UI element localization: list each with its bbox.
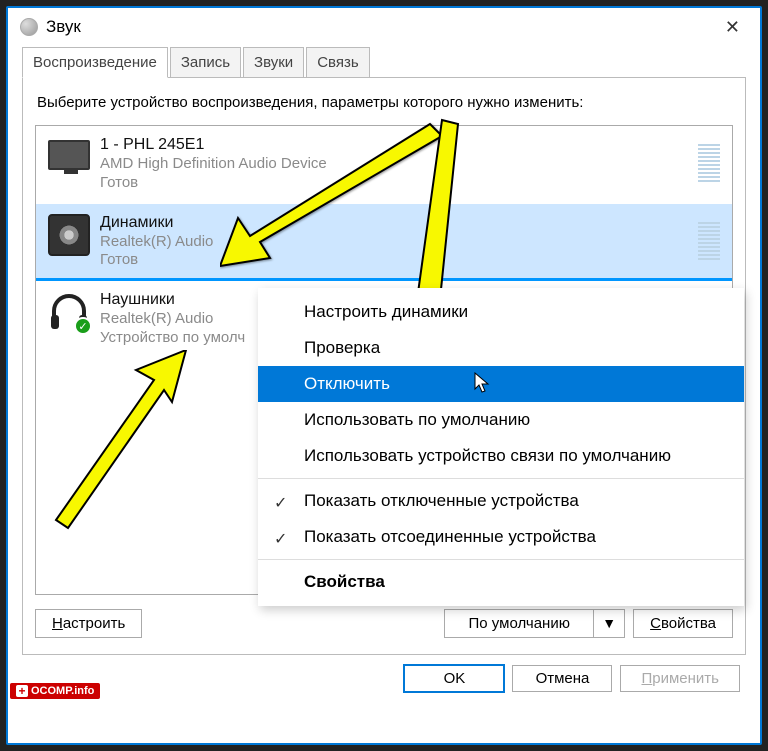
device-info: 1 - PHL 245E1 AMD High Definition Audio … [100,136,720,191]
tab-playback[interactable]: Воспроизведение [22,47,168,78]
button-label: По умолчанию [469,615,570,632]
ctx-label: Показать отключенные устройства [304,491,579,510]
tab-label: Связь [317,54,358,71]
vu-meter [698,214,720,260]
watermark: +OCOMP.info [10,683,100,699]
ctx-test[interactable]: Проверка [258,330,744,366]
tab-label: Запись [181,54,230,71]
device-status: Готов [100,251,720,268]
context-menu: Настроить динамики Проверка Отключить Ис… [258,288,744,606]
checkmark-icon: ✓ [274,529,287,549]
ctx-disable[interactable]: Отключить [258,366,744,402]
device-status: Готов [100,174,720,191]
speaker-icon [48,214,90,256]
panel-button-row: Настроить По умолчанию ▼ Свойства [35,609,733,638]
dialog-button-row: OK Отмена Применить [8,655,760,704]
device-name: Динамики [100,214,720,232]
ctx-separator [258,559,744,560]
properties-button[interactable]: Свойства [633,609,733,638]
button-label: Настроить [52,615,125,632]
device-info: Динамики Realtek(R) Audio Готов [100,214,720,269]
ctx-set-default[interactable]: Использовать по умолчанию [258,402,744,438]
apply-button[interactable]: Применить [620,665,740,692]
button-label: Отмена [536,670,590,687]
default-check-icon: ✓ [74,317,92,335]
button-label: Применить [641,670,719,687]
watermark-text: OCOMP.info [31,685,94,697]
headphones-icon: ✓ [48,291,90,333]
tab-communications[interactable]: Связь [306,47,369,78]
device-row-monitor[interactable]: 1 - PHL 245E1 AMD High Definition Audio … [36,126,732,204]
monitor-icon [48,136,90,178]
titlebar: Звук ✕ [8,8,760,46]
ctx-show-disabled[interactable]: ✓ Показать отключенные устройства [258,483,744,519]
device-driver: AMD High Definition Audio Device [100,154,720,174]
set-default-dropdown[interactable]: ▼ [594,609,625,638]
cancel-button[interactable]: Отмена [512,665,612,692]
device-row-speakers[interactable]: Динамики Realtek(R) Audio Готов [36,204,732,282]
ctx-properties[interactable]: Свойства [258,564,744,600]
tab-sounds[interactable]: Звуки [243,47,304,78]
ctx-label: Свойства [304,572,385,591]
instruction-text: Выберите устройство воспроизведения, пар… [37,94,731,111]
ctx-label: Отключить [304,374,390,393]
tab-label: Звуки [254,54,293,71]
set-default-button[interactable]: По умолчанию [444,609,594,638]
sound-icon [20,18,38,36]
ctx-separator [258,478,744,479]
ctx-set-default-comm[interactable]: Использовать устройство связи по умолчан… [258,438,744,474]
ctx-label: Проверка [304,338,380,357]
ctx-configure-speakers[interactable]: Настроить динамики [258,294,744,330]
tab-recording[interactable]: Запись [170,47,241,78]
ctx-label: Показать отсоединенные устройства [304,527,596,546]
device-driver: Realtek(R) Audio [100,232,720,252]
ok-button[interactable]: OK [404,665,504,692]
close-button[interactable]: ✕ [717,17,748,38]
checkmark-icon: ✓ [274,493,287,513]
button-label: OK [444,670,466,687]
tab-label: Воспроизведение [33,54,157,71]
ctx-label: Использовать устройство связи по умолчан… [304,446,671,465]
button-label: Свойства [650,615,716,632]
tab-strip: Воспроизведение Запись Звуки Связь [8,46,760,77]
window-title: Звук [46,17,717,37]
ctx-label: Использовать по умолчанию [304,410,530,429]
vu-meter [698,136,720,182]
device-name: 1 - PHL 245E1 [100,136,720,154]
ctx-label: Настроить динамики [304,302,468,321]
configure-button[interactable]: Настроить [35,609,142,638]
ctx-show-disconnected[interactable]: ✓ Показать отсоединенные устройства [258,519,744,555]
